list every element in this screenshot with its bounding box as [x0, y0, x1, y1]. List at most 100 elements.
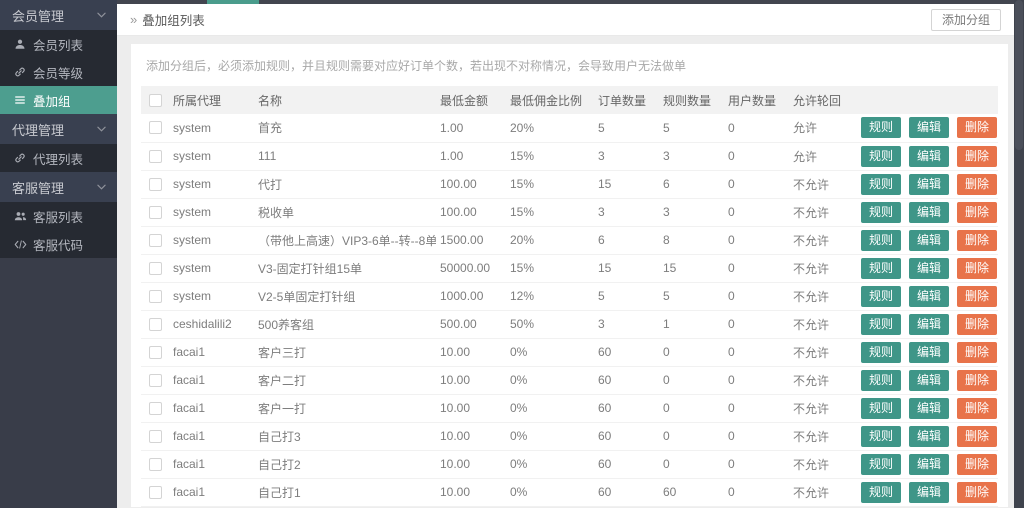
- actions-cell: 规则编辑删除: [852, 450, 998, 478]
- cell-users: 0: [724, 198, 789, 226]
- sidebar-item-agent-list[interactable]: 代理列表: [0, 144, 117, 172]
- notice-text: 添加分组后，必须添加规则，并且规则需要对应好订单个数，若出现不对称情况，会导致用…: [141, 52, 998, 86]
- cell-rotation: 允许: [789, 142, 852, 170]
- rules-button[interactable]: 规则: [861, 286, 901, 307]
- delete-button[interactable]: 删除: [957, 482, 997, 503]
- rules-button[interactable]: 规则: [861, 454, 901, 475]
- edit-button[interactable]: 编辑: [909, 202, 949, 223]
- sidebar-item-stack-group[interactable]: 叠加组: [0, 86, 117, 114]
- cell-min-amount: 1500.00: [436, 226, 506, 254]
- cell-name: 代打: [254, 170, 436, 198]
- person-icon: [13, 38, 27, 50]
- rules-button[interactable]: 规则: [861, 398, 901, 419]
- edit-button[interactable]: 编辑: [909, 286, 949, 307]
- column-header: 用户数量: [724, 86, 789, 114]
- delete-button[interactable]: 删除: [957, 454, 997, 475]
- cell-rotation: 不允许: [789, 170, 852, 198]
- rules-button[interactable]: 规则: [861, 202, 901, 223]
- row-checkbox[interactable]: [149, 121, 162, 134]
- add-group-button[interactable]: 添加分组: [931, 9, 1001, 31]
- row-checkbox[interactable]: [149, 206, 162, 219]
- edit-button[interactable]: 编辑: [909, 398, 949, 419]
- delete-button[interactable]: 删除: [957, 174, 997, 195]
- row-checkbox[interactable]: [149, 402, 162, 415]
- edit-button[interactable]: 编辑: [909, 342, 949, 363]
- row-checkbox[interactable]: [149, 346, 162, 359]
- cell-rules: 15: [659, 254, 724, 282]
- edit-button[interactable]: 编辑: [909, 174, 949, 195]
- rules-button[interactable]: 规则: [861, 117, 901, 138]
- sidebar-section-agent[interactable]: 代理管理: [0, 114, 117, 144]
- actions-cell: 规则编辑删除: [852, 478, 998, 506]
- delete-button[interactable]: 删除: [957, 370, 997, 391]
- table-row: system1111.0015%330允许规则编辑删除: [141, 142, 998, 170]
- table-row: system（带他上高速）VIP3-6单--转--8单1500.0020%680…: [141, 226, 998, 254]
- rules-button[interactable]: 规则: [861, 258, 901, 279]
- sidebar-section-member[interactable]: 会员管理: [0, 0, 117, 30]
- delete-button[interactable]: 删除: [957, 230, 997, 251]
- cell-commission: 0%: [506, 450, 594, 478]
- cell-agent: facai1: [169, 478, 254, 506]
- sidebar-item-member-list[interactable]: 会员列表: [0, 30, 117, 58]
- row-checkbox[interactable]: [149, 290, 162, 303]
- rules-button[interactable]: 规则: [861, 174, 901, 195]
- cell-agent: system: [169, 226, 254, 254]
- delete-button[interactable]: 删除: [957, 398, 997, 419]
- delete-button[interactable]: 删除: [957, 342, 997, 363]
- table-row: system代打100.0015%1560不允许规则编辑删除: [141, 170, 998, 198]
- row-checkbox[interactable]: [149, 150, 162, 163]
- edit-button[interactable]: 编辑: [909, 454, 949, 475]
- edit-button[interactable]: 编辑: [909, 482, 949, 503]
- delete-button[interactable]: 删除: [957, 426, 997, 447]
- edit-button[interactable]: 编辑: [909, 230, 949, 251]
- sidebar-section-service[interactable]: 客服管理: [0, 172, 117, 202]
- cell-rules: 3: [659, 198, 724, 226]
- sidebar-item-service-list[interactable]: 客服列表: [0, 202, 117, 230]
- row-checkbox[interactable]: [149, 234, 162, 247]
- cell-orders: 3: [594, 310, 659, 338]
- edit-button[interactable]: 编辑: [909, 426, 949, 447]
- row-checkbox[interactable]: [149, 374, 162, 387]
- edit-button[interactable]: 编辑: [909, 117, 949, 138]
- rules-button[interactable]: 规则: [861, 482, 901, 503]
- row-checkbox[interactable]: [149, 458, 162, 471]
- rules-button[interactable]: 规则: [861, 146, 901, 167]
- sidebar-item-service-code[interactable]: 客服代码: [0, 230, 117, 258]
- edit-button[interactable]: 编辑: [909, 258, 949, 279]
- delete-button[interactable]: 删除: [957, 202, 997, 223]
- cell-agent: facai1: [169, 394, 254, 422]
- rules-button[interactable]: 规则: [861, 342, 901, 363]
- select-all-checkbox[interactable]: [149, 94, 162, 107]
- users-icon: [13, 210, 27, 222]
- row-checkbox[interactable]: [149, 486, 162, 499]
- delete-button[interactable]: 删除: [957, 286, 997, 307]
- cell-name: 自己打3: [254, 422, 436, 450]
- row-checkbox[interactable]: [149, 318, 162, 331]
- row-checkbox[interactable]: [149, 430, 162, 443]
- cell-min-amount: 10.00: [436, 394, 506, 422]
- edit-button[interactable]: 编辑: [909, 146, 949, 167]
- edit-button[interactable]: 编辑: [909, 370, 949, 391]
- cell-rotation: 不允许: [789, 478, 852, 506]
- cell-name: 客户二打: [254, 366, 436, 394]
- scrollbar[interactable]: [1014, 0, 1024, 508]
- rules-button[interactable]: 规则: [861, 230, 901, 251]
- cell-commission: 15%: [506, 142, 594, 170]
- cell-commission: 0%: [506, 338, 594, 366]
- rules-button[interactable]: 规则: [861, 314, 901, 335]
- delete-button[interactable]: 删除: [957, 117, 997, 138]
- row-checkbox[interactable]: [149, 178, 162, 191]
- row-checkbox[interactable]: [149, 262, 162, 275]
- cell-name: 111: [254, 142, 436, 170]
- delete-button[interactable]: 删除: [957, 258, 997, 279]
- delete-button[interactable]: 删除: [957, 146, 997, 167]
- cell-rules: 3: [659, 142, 724, 170]
- sidebar-item-member-level[interactable]: 会员等级: [0, 58, 117, 86]
- edit-button[interactable]: 编辑: [909, 314, 949, 335]
- scrollbar-thumb[interactable]: [1015, 0, 1023, 150]
- active-tab-indicator[interactable]: [207, 0, 259, 4]
- cell-orders: 60: [594, 450, 659, 478]
- delete-button[interactable]: 删除: [957, 314, 997, 335]
- rules-button[interactable]: 规则: [861, 370, 901, 391]
- rules-button[interactable]: 规则: [861, 426, 901, 447]
